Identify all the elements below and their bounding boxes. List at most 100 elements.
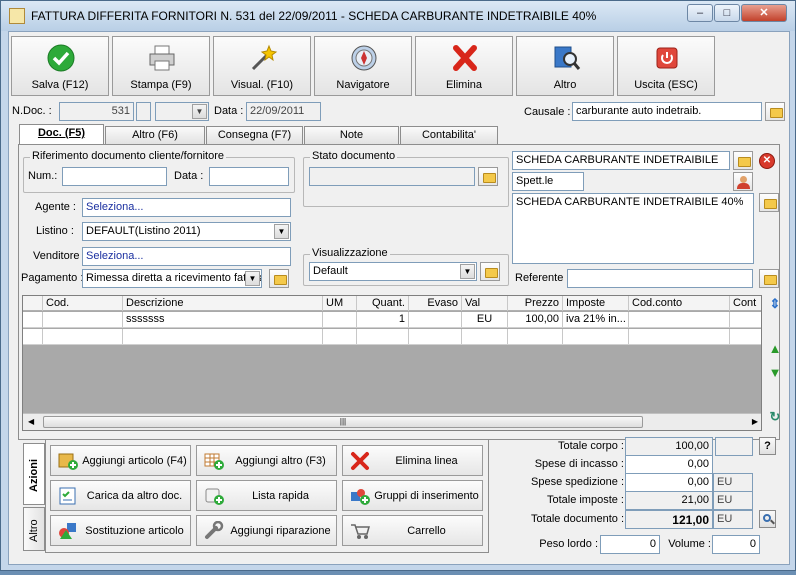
causale-field[interactable]: carburante auto indetraib. (572, 102, 762, 121)
vtab-actions[interactable]: Azioni (23, 443, 45, 505)
add-repair-button[interactable]: Aggiungi riparazione (196, 515, 337, 546)
shipping-costs-field[interactable]: 0,00 (625, 473, 713, 492)
cell-account[interactable] (629, 312, 730, 327)
scroll-right-icon[interactable]: ▶ (752, 417, 758, 426)
save-button[interactable]: Salva (F12) (11, 36, 109, 96)
grid-header-cell[interactable]: UM (323, 296, 357, 311)
delete-line-label: Elimina linea (395, 455, 458, 467)
cell-price[interactable]: 100,00 (508, 312, 563, 327)
grid-header-cell[interactable]: Evaso (409, 296, 462, 311)
ndoc-series-combo[interactable]: ▼ (155, 102, 209, 121)
cell-cod[interactable] (43, 312, 123, 327)
payment-value: Rimessa diretta a ricevimento fattura (86, 272, 262, 284)
maximize-button[interactable]: □ (714, 4, 740, 22)
contact-person-folder-icon[interactable] (759, 269, 779, 288)
table-row[interactable]: sssssss 1 EU 100,00 iva 21% in... (23, 312, 761, 328)
ndoc-suffix-field[interactable] (136, 102, 151, 121)
contact-person-field[interactable] (567, 269, 753, 288)
grid-header-cell[interactable]: Prezzo (508, 296, 563, 311)
other-button[interactable]: Altro (516, 36, 614, 96)
ndoc-field[interactable]: 531 (59, 102, 134, 121)
tab-accounting[interactable]: Contabilita' (400, 126, 498, 144)
load-other-doc-button[interactable]: Carica da altro doc. (50, 480, 191, 511)
display-folder-icon[interactable] (480, 262, 500, 281)
payment-folder-icon[interactable] (269, 269, 289, 288)
insert-groups-button[interactable]: Gruppi di inserimento (342, 480, 483, 511)
tab-doc[interactable]: Doc. (F5) (19, 124, 104, 145)
replace-article-button[interactable]: Sostituzione articolo (50, 515, 191, 546)
status-field[interactable] (309, 167, 475, 186)
tab-other[interactable]: Altro (F6) (105, 126, 205, 144)
num-field[interactable] (62, 167, 167, 186)
refresh-icon[interactable]: ↻ (766, 408, 784, 426)
empty-cell (323, 329, 357, 344)
add-other-button[interactable]: Aggiungi altro (F3) (196, 445, 337, 476)
cell-cont[interactable] (730, 312, 761, 327)
cell-um[interactable] (323, 312, 357, 327)
scroll-left-icon[interactable]: ◀ (28, 417, 34, 426)
grid-header-cell[interactable]: Imposte (563, 296, 629, 311)
chevron-down-icon: ▼ (460, 264, 475, 279)
causale-folder-icon[interactable] (765, 102, 785, 121)
quick-list-button[interactable]: Lista rapida (196, 480, 337, 511)
agent-field[interactable]: Seleziona... (82, 198, 291, 217)
grid-header-cell[interactable]: Cod.conto (629, 296, 730, 311)
pricelist-value: DEFAULT(Listino 2011) (86, 225, 201, 237)
title-bar: FATTURA DIFFERITA FORNITORI N. 531 del 2… (1, 1, 795, 31)
cart-button[interactable]: Carrello (342, 515, 483, 546)
cell-quantity[interactable]: 1 (357, 312, 409, 327)
insert-groups-label: Gruppi di inserimento (374, 490, 479, 502)
scrollbar-thumb[interactable]: ||| (43, 416, 643, 428)
zoom-in-icon[interactable] (759, 510, 776, 528)
ref-date-field[interactable] (209, 167, 289, 186)
cell-description[interactable]: sssssss (123, 312, 323, 327)
cell-evaso[interactable] (409, 312, 462, 327)
horizontal-scrollbar[interactable]: ◀ ||| ▶ (23, 413, 761, 430)
vtab-other[interactable]: Altro (23, 507, 45, 551)
grid-header-cell[interactable]: Val (462, 296, 508, 311)
status-folder-icon[interactable] (478, 167, 498, 186)
pricelist-combo[interactable]: DEFAULT(Listino 2011) ▼ (82, 222, 291, 241)
payment-label: Pagamento : (21, 272, 84, 284)
exit-button[interactable]: Uscita (ESC) (617, 36, 715, 96)
row-selector[interactable] (23, 312, 43, 327)
remove-supplier-icon[interactable]: ✕ (759, 153, 775, 169)
address-folder-icon[interactable] (759, 193, 779, 212)
tab-notes[interactable]: Note (304, 126, 399, 144)
view-button[interactable]: Visual. (F10) (213, 36, 311, 96)
minimize-button[interactable]: – (687, 4, 713, 22)
display-combo[interactable]: Default ▼ (309, 262, 477, 281)
move-up-icon[interactable]: ▲ (766, 340, 784, 358)
contact-icon[interactable] (733, 172, 753, 191)
delete-button[interactable]: Elimina (415, 36, 513, 96)
payment-combo[interactable]: Rimessa diretta a ricevimento fattura ▼ (82, 269, 262, 288)
help-button[interactable]: ? (759, 437, 776, 455)
add-article-button[interactable]: Aggiungi articolo (F4) (50, 445, 191, 476)
gross-weight-field[interactable]: 0 (600, 535, 660, 554)
seller-field[interactable]: Seleziona... (82, 247, 291, 266)
move-down-icon[interactable]: ▼ (766, 364, 784, 382)
date-field[interactable]: 22/09/2011 (246, 102, 321, 121)
empty-cell (409, 329, 462, 344)
volume-field[interactable]: 0 (712, 535, 760, 554)
grid-header-cell[interactable]: Cod. (43, 296, 123, 311)
navigator-button[interactable]: Navigatore (314, 36, 412, 96)
tab-delivery[interactable]: Consegna (F7) (206, 126, 303, 144)
cell-tax[interactable]: iva 21% in... (563, 312, 629, 327)
move-row-icon[interactable]: ⇕ (766, 295, 784, 313)
address-field[interactable]: SCHEDA CARBURANTE INDETRAIBILE 40% (512, 193, 754, 264)
grid-header-cell[interactable]: Cont (730, 296, 761, 311)
close-button[interactable]: ✕ (741, 4, 787, 22)
print-button[interactable]: Stampa (F9) (112, 36, 210, 96)
collection-costs-field[interactable]: 0,00 (625, 455, 713, 474)
grid-header-cell[interactable]: Descrizione (123, 296, 323, 311)
grid-header-cell[interactable]: Quant. (357, 296, 409, 311)
table-row-empty[interactable] (23, 329, 761, 345)
supplier-folder-icon[interactable] (733, 151, 753, 170)
actions-area: Azioni Altro Aggiungi articolo (F4) Aggi… (23, 437, 489, 575)
salutation-field[interactable]: Spett.le (512, 172, 584, 191)
delete-line-button[interactable]: Elimina linea (342, 445, 483, 476)
cell-currency[interactable]: EU (462, 312, 508, 327)
supplier-name-field[interactable]: SCHEDA CARBURANTE INDETRAIBILE (512, 151, 730, 170)
quick-list-label: Lista rapida (252, 490, 309, 502)
